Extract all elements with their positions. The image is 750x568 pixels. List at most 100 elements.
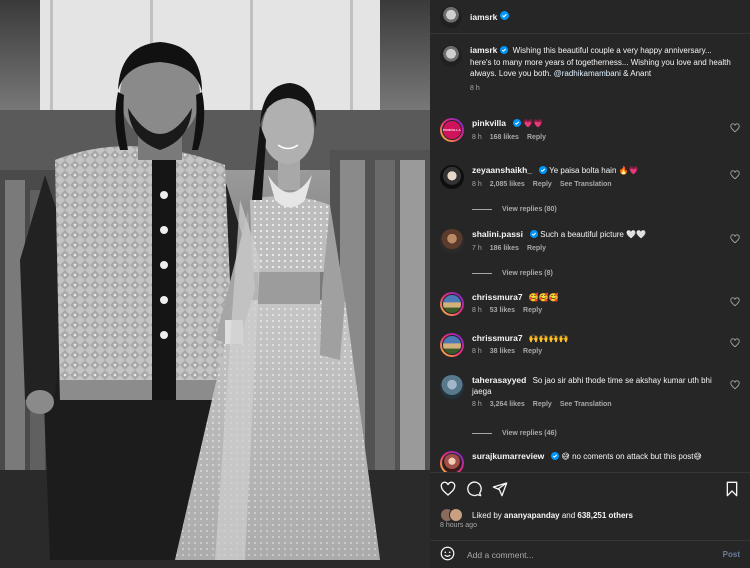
avatar-label: PINKVILLA <box>443 128 461 132</box>
reply-button[interactable]: Reply <box>533 401 552 408</box>
view-replies-button[interactable]: View replies (46) <box>472 430 557 437</box>
replies-divider <box>472 433 492 434</box>
comment-time[interactable]: 8 h <box>472 307 482 314</box>
comment-username[interactable]: taherasayyed <box>472 375 526 385</box>
view-replies-label: View replies (46) <box>502 430 557 437</box>
comment-item: PINKVILLA pinkvilla 💗💗 8 h 168 likes Rep… <box>440 118 740 142</box>
comment-username[interactable]: pinkvilla <box>472 118 506 128</box>
comment-item: taherasayyed So jao sir abhi thode time … <box>440 375 740 408</box>
comment-time[interactable]: 8 h <box>472 401 482 408</box>
post-comment-button[interactable]: Post <box>723 550 740 559</box>
commenter-avatar[interactable] <box>440 375 464 399</box>
likes-count[interactable]: 638,251 others <box>577 511 633 520</box>
likes-prefix: Liked by <box>472 510 505 520</box>
comment-text: 💗💗 <box>523 119 544 128</box>
verified-icon <box>530 230 539 241</box>
post-side-panel: iamsrk iamsrk Wishing this beautiful cou… <box>430 0 750 568</box>
verified-icon <box>500 46 509 57</box>
replies-divider <box>472 273 492 274</box>
comment-username[interactable]: chrissmura7 <box>472 292 523 302</box>
caption-mention-link[interactable]: @radhikamambani <box>554 69 621 78</box>
view-replies-label: View replies (8) <box>502 270 553 277</box>
comment-text: Ye paisa bolta hain 🔥💗 <box>549 166 639 175</box>
replies-divider <box>472 209 492 210</box>
post-photo[interactable] <box>0 0 430 568</box>
post-header: iamsrk <box>430 0 750 34</box>
comment-text: Such a beautiful picture 🤍🤍 <box>540 230 647 239</box>
couple-photo-image <box>0 0 430 568</box>
reply-button[interactable]: Reply <box>533 181 552 188</box>
liker-username[interactable]: ananyapanday <box>504 511 560 520</box>
author-avatar[interactable] <box>440 5 462 28</box>
commenter-avatar[interactable] <box>440 165 464 189</box>
author-avatar[interactable] <box>440 45 462 67</box>
comment-username[interactable]: shalini.passi <box>472 229 523 239</box>
comment-like-icon[interactable] <box>730 234 740 246</box>
comments-list[interactable]: iamsrk Wishing this beautiful couple a v… <box>430 34 750 472</box>
comment-likes[interactable]: 53 likes <box>490 307 515 314</box>
caption-suffix: & Anant <box>620 69 652 78</box>
likes-summary: Liked by ananyapanday and 638,251 others <box>440 508 633 522</box>
likes-middle: and <box>559 510 578 520</box>
comment-like-icon[interactable] <box>730 170 740 182</box>
comment-username[interactable]: zeyaanshaikh_ <box>472 165 532 175</box>
commenter-avatar[interactable]: PINKVILLA <box>442 120 462 140</box>
comment-icon[interactable] <box>466 481 482 499</box>
comment-username[interactable]: surajkumarreview <box>472 451 544 461</box>
comment-text: 🥰🥰🥰 <box>528 293 559 302</box>
comment-time[interactable]: 8 h <box>472 348 482 355</box>
comment-item: chrissmura7 🙌🙌🙌🙌 8 h 38 likes Reply <box>440 333 740 357</box>
comment-item: surajkumarreview 😅 no coments on attack … <box>440 451 740 472</box>
comment-likes[interactable]: 168 likes <box>490 134 519 141</box>
action-bar: Liked by ananyapanday and 638,251 others… <box>430 472 750 532</box>
comment-item: chrissmura7 🥰🥰🥰 8 h 53 likes Reply <box>440 292 740 316</box>
comment-username[interactable]: chrissmura7 <box>472 333 523 343</box>
comment-like-icon[interactable] <box>730 338 740 350</box>
commenter-avatar[interactable] <box>442 294 462 314</box>
reply-button[interactable]: Reply <box>523 348 542 355</box>
verified-icon <box>513 119 522 130</box>
comment-like-icon[interactable] <box>730 123 740 135</box>
comment-like-icon[interactable] <box>730 380 740 392</box>
add-comment-bar: Post <box>430 540 750 568</box>
commenter-avatar[interactable] <box>442 335 462 355</box>
share-icon[interactable] <box>492 481 508 499</box>
commenter-avatar[interactable] <box>442 453 462 472</box>
reply-button[interactable]: Reply <box>527 245 546 252</box>
reply-button[interactable]: Reply <box>527 134 546 141</box>
view-replies-button[interactable]: View replies (8) <box>472 270 553 277</box>
caption-time[interactable]: 8 h <box>470 83 480 94</box>
verified-icon <box>500 11 510 22</box>
reply-button[interactable]: Reply <box>523 307 542 314</box>
comment-likes[interactable]: 2,085 likes <box>490 181 525 188</box>
comment-likes[interactable]: 3,264 likes <box>490 401 525 408</box>
see-translation-button[interactable]: See Translation <box>560 181 612 188</box>
verified-icon <box>539 166 548 177</box>
comment-text: 😅 no coments on attack but this post😅 <box>561 452 702 461</box>
add-comment-input[interactable] <box>467 549 723 560</box>
heart-icon[interactable] <box>440 481 456 499</box>
comment-item: shalini.passi Such a beautiful picture 🤍… <box>440 229 740 253</box>
comment-text: 🙌🙌🙌🙌 <box>528 334 569 343</box>
post-timestamp[interactable]: 8 hours ago <box>440 522 477 529</box>
view-replies-label: View replies (80) <box>502 206 557 213</box>
comment-likes[interactable]: 38 likes <box>490 348 515 355</box>
comment-likes[interactable]: 186 likes <box>490 245 519 252</box>
view-replies-button[interactable]: View replies (80) <box>472 206 557 213</box>
author-username[interactable]: iamsrk <box>470 12 497 22</box>
emoji-icon[interactable] <box>440 546 455 563</box>
caption-username[interactable]: iamsrk <box>470 45 497 55</box>
comment-item: zeyaanshaikh_ Ye paisa bolta hain 🔥💗 8 h… <box>440 165 740 189</box>
instagram-post-modal: iamsrk iamsrk Wishing this beautiful cou… <box>0 0 750 568</box>
liker-avatars <box>440 508 468 522</box>
verified-icon <box>551 452 560 463</box>
see-translation-button[interactable]: See Translation <box>560 401 612 408</box>
comment-time[interactable]: 7 h <box>472 245 482 252</box>
bookmark-icon[interactable] <box>724 481 740 499</box>
comment-time[interactable]: 8 h <box>472 181 482 188</box>
commenter-avatar[interactable] <box>440 229 464 253</box>
comment-time[interactable]: 8 h <box>472 134 482 141</box>
post-caption: iamsrk Wishing this beautiful couple a v… <box>440 45 740 94</box>
comment-like-icon[interactable] <box>730 297 740 309</box>
liker-avatar <box>449 508 463 522</box>
